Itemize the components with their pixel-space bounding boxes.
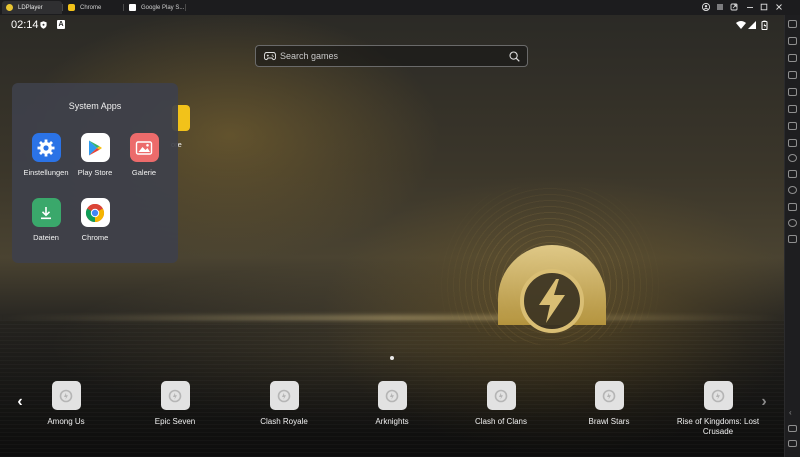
volume-down-icon[interactable] xyxy=(788,54,797,62)
dock-app-brawl-stars[interactable]: Brawl Stars xyxy=(554,381,664,427)
search-icon[interactable] xyxy=(509,50,520,62)
search-bar[interactable] xyxy=(255,45,528,67)
search-input[interactable] xyxy=(280,51,509,61)
shield-icon xyxy=(40,21,47,29)
right-toolbar: ‹ xyxy=(784,15,800,457)
minimize-icon[interactable] xyxy=(745,2,755,12)
tab-divider xyxy=(62,4,63,11)
dock-app-label: Among Us xyxy=(47,417,85,426)
dock-next-arrow[interactable]: › xyxy=(757,393,771,410)
folder-title: System Apps xyxy=(68,101,122,111)
tab-label: Chrome xyxy=(80,4,102,11)
operation-record-icon[interactable] xyxy=(788,186,797,194)
placeholder-app-icon xyxy=(160,381,190,410)
recent-apps-icon[interactable] xyxy=(788,440,797,447)
gamepad-tool-icon[interactable] xyxy=(788,122,797,130)
placeholder-app-icon xyxy=(594,381,624,410)
record-icon[interactable] xyxy=(788,154,797,162)
window-tab-bar: LDPlayer Chrome Google Play S... xyxy=(0,0,800,16)
back-icon[interactable]: ‹ xyxy=(789,408,792,417)
fullscreen-icon[interactable] xyxy=(788,71,797,79)
dock-app-label: Clash of Clans xyxy=(474,417,528,426)
tab-label: LDPlayer xyxy=(18,4,43,11)
app-chrome[interactable]: Chrome xyxy=(65,198,125,242)
home-icon[interactable] xyxy=(788,425,797,432)
dock-app-epic-seven[interactable]: Epic Seven xyxy=(120,381,230,427)
chevron-right-icon: › xyxy=(761,393,767,410)
tab-google-play[interactable]: Google Play S... xyxy=(125,1,185,14)
sync-icon[interactable] xyxy=(788,88,797,96)
dock-app-label: Brawl Stars xyxy=(588,417,630,426)
app-galerie[interactable]: Galerie xyxy=(114,133,174,177)
placeholder-app-icon xyxy=(269,381,299,410)
dock-app-label: Clash Royale xyxy=(260,417,308,426)
keyboard-mapping-icon[interactable] xyxy=(788,20,797,28)
dock-app-clash-of-clans[interactable]: Clash of Clans xyxy=(446,381,556,427)
shared-folder-icon[interactable] xyxy=(788,203,797,211)
placeholder-app-icon xyxy=(377,381,407,410)
dock-app-among-us[interactable]: Among Us xyxy=(11,381,121,427)
play-store-tab-icon xyxy=(129,4,136,11)
multi-window-icon[interactable] xyxy=(729,2,739,12)
dock-app-label: Epic Seven xyxy=(154,417,196,426)
ldplayer-icon xyxy=(6,4,13,11)
placeholder-app-icon xyxy=(703,381,733,410)
gallery-icon xyxy=(129,133,159,162)
download-files-icon xyxy=(31,198,61,227)
signal-icon xyxy=(748,21,756,29)
dock-app-label: Rise of Kingdoms: Lost Crusade xyxy=(676,417,760,436)
status-time: 02:14 xyxy=(11,19,39,31)
location-icon[interactable] xyxy=(788,219,797,227)
dock-app-clash-royale[interactable]: Clash Royale xyxy=(229,381,339,427)
multi-instance-icon[interactable] xyxy=(788,105,797,113)
ldplayer-logo xyxy=(498,245,606,333)
battery-icon xyxy=(761,20,768,30)
emulator-screen: 02:14 A ore System Apps xyxy=(0,15,784,457)
gamepad-icon xyxy=(264,52,276,61)
app-label: Galerie xyxy=(131,168,157,177)
app-label: Chrome xyxy=(81,233,109,242)
wifi-icon xyxy=(736,21,746,29)
system-apps-folder: System Apps Einstellungen Play Store Gal… xyxy=(12,83,178,263)
chrome-icon xyxy=(80,198,110,227)
play-store-icon xyxy=(80,133,110,162)
placeholder-app-icon xyxy=(486,381,516,410)
dock-app-label: Arknights xyxy=(375,417,409,426)
install-apk-icon[interactable] xyxy=(788,170,797,178)
settings-gear-icon xyxy=(31,133,61,162)
menu-icon[interactable] xyxy=(715,2,725,12)
dock-app-arknights[interactable]: Arknights xyxy=(337,381,447,427)
dock-app-rise-of-kingdoms[interactable]: Rise of Kingdoms: Lost Crusade xyxy=(663,381,773,437)
chrome-tab-icon xyxy=(68,4,75,11)
more-options-icon[interactable] xyxy=(788,235,797,243)
account-icon[interactable] xyxy=(701,2,711,12)
keyboard-badge-icon: A xyxy=(57,20,65,29)
maximize-icon[interactable] xyxy=(759,2,769,12)
close-icon[interactable] xyxy=(774,2,784,12)
scissors-icon[interactable] xyxy=(788,139,797,147)
tab-divider xyxy=(185,4,186,11)
tab-chrome[interactable]: Chrome xyxy=(64,1,122,14)
placeholder-app-icon xyxy=(51,381,81,410)
tab-ldplayer[interactable]: LDPlayer xyxy=(2,1,62,14)
page-indicator xyxy=(390,356,394,360)
status-indicators xyxy=(736,20,768,30)
tab-divider xyxy=(123,4,124,11)
tab-label: Google Play S... xyxy=(141,4,185,11)
volume-up-icon[interactable] xyxy=(788,37,797,45)
